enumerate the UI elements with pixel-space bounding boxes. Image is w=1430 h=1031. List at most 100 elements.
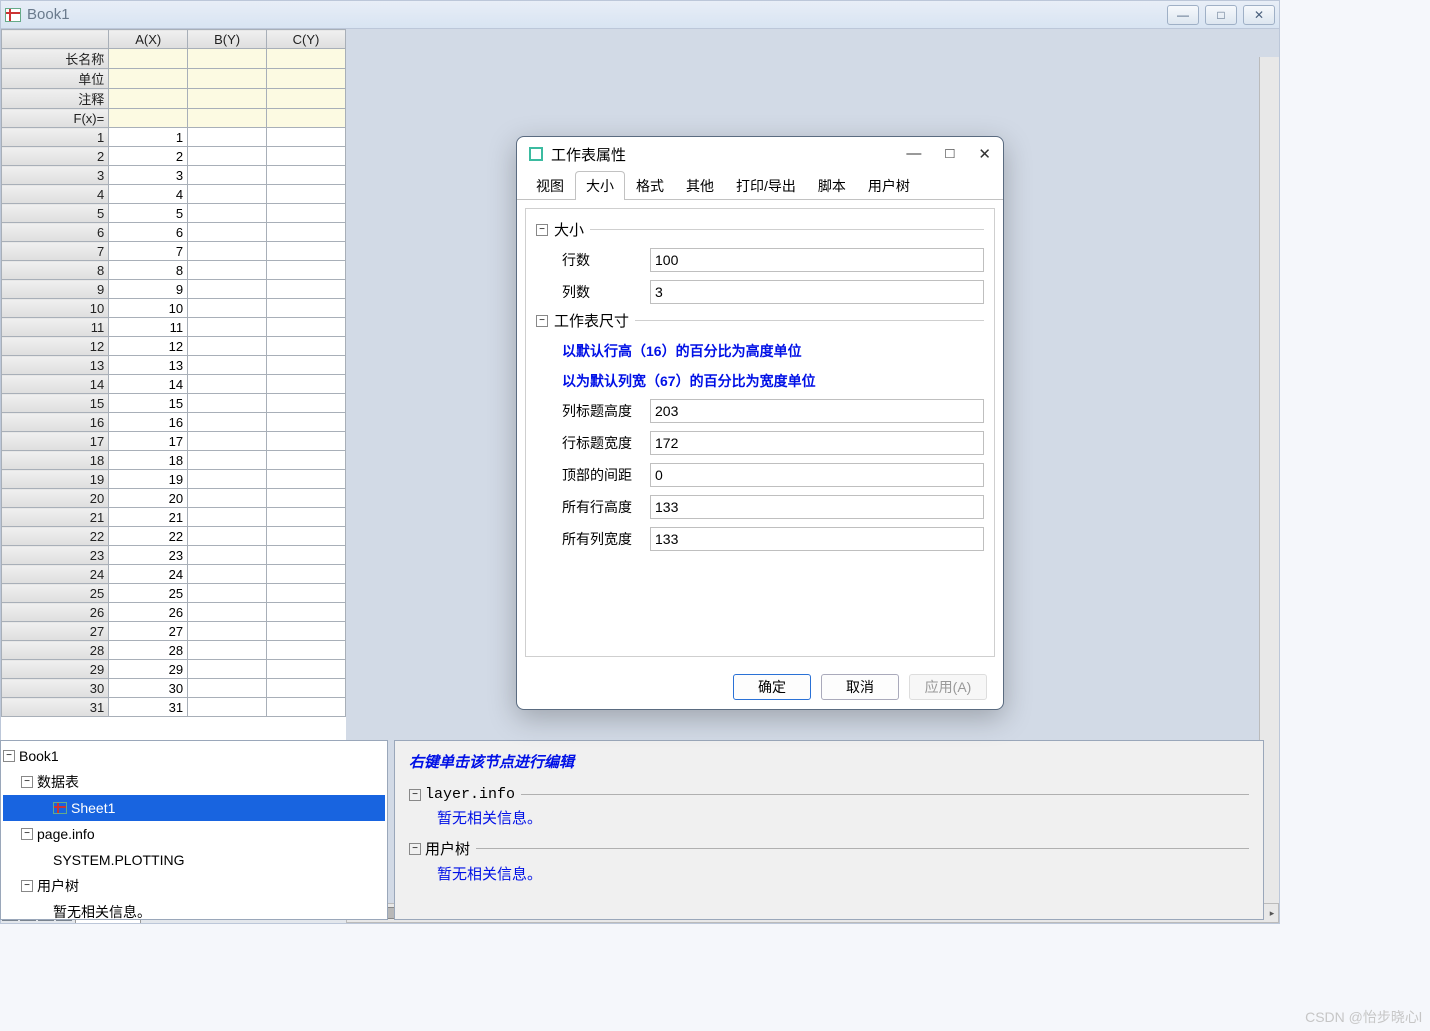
cell[interactable] — [188, 147, 267, 166]
cell[interactable] — [188, 641, 267, 660]
cell[interactable] — [267, 451, 346, 470]
cell[interactable] — [188, 622, 267, 641]
cell[interactable] — [267, 147, 346, 166]
row-number[interactable]: 10 — [2, 299, 109, 318]
cell[interactable]: 13 — [109, 356, 188, 375]
row-number[interactable]: 14 — [2, 375, 109, 394]
cell[interactable]: 28 — [109, 641, 188, 660]
cell[interactable]: 12 — [109, 337, 188, 356]
cell[interactable] — [267, 394, 346, 413]
cell[interactable] — [188, 242, 267, 261]
collapse-icon[interactable]: − — [536, 315, 548, 327]
cell[interactable] — [267, 223, 346, 242]
cell[interactable] — [267, 69, 346, 89]
cell[interactable] — [109, 49, 188, 69]
row-number[interactable]: 22 — [2, 527, 109, 546]
cell[interactable]: 26 — [109, 603, 188, 622]
cell[interactable] — [267, 470, 346, 489]
collapse-icon[interactable]: − — [3, 750, 15, 762]
cell[interactable]: 30 — [109, 679, 188, 698]
collapse-icon[interactable]: − — [21, 776, 33, 788]
cancel-button[interactable]: 取消 — [821, 674, 899, 700]
cell[interactable] — [188, 508, 267, 527]
cell[interactable] — [188, 679, 267, 698]
cell[interactable] — [188, 204, 267, 223]
cell[interactable] — [188, 69, 267, 89]
row-number[interactable]: 25 — [2, 584, 109, 603]
dialog-tab-4[interactable]: 打印/导出 — [725, 171, 807, 200]
cell[interactable] — [188, 337, 267, 356]
dialog-maximize-button[interactable]: □ — [945, 145, 954, 163]
cell[interactable]: 10 — [109, 299, 188, 318]
cell[interactable] — [188, 432, 267, 451]
row-number[interactable]: 3 — [2, 166, 109, 185]
cell[interactable]: 31 — [109, 698, 188, 717]
row-number[interactable]: 16 — [2, 413, 109, 432]
cell[interactable]: 2 — [109, 147, 188, 166]
row-number[interactable]: 23 — [2, 546, 109, 565]
dialog-tab-0[interactable]: 视图 — [525, 171, 575, 200]
worksheet-grid[interactable]: A(X) B(Y) C(Y) 长名称 单位 注释 F(x)= 1 1 2 2 3… — [1, 29, 346, 717]
cell[interactable]: 18 — [109, 451, 188, 470]
col-header-height-input[interactable] — [650, 399, 984, 423]
top-gap-input[interactable] — [650, 463, 984, 487]
cell[interactable] — [188, 527, 267, 546]
row-number[interactable]: 4 — [2, 185, 109, 204]
cell[interactable] — [267, 204, 346, 223]
cell[interactable]: 17 — [109, 432, 188, 451]
tree-datatable[interactable]: − 数据表 — [3, 769, 385, 795]
cell[interactable]: 6 — [109, 223, 188, 242]
cell[interactable] — [188, 394, 267, 413]
row-number[interactable]: 9 — [2, 280, 109, 299]
tree-pageinfo[interactable]: − page.info — [3, 821, 385, 847]
dialog-tab-1[interactable]: 大小 — [575, 171, 625, 200]
cell[interactable]: 29 — [109, 660, 188, 679]
cell[interactable]: 8 — [109, 261, 188, 280]
cell[interactable] — [267, 242, 346, 261]
cell[interactable] — [267, 698, 346, 717]
cell[interactable] — [109, 109, 188, 128]
cell[interactable] — [267, 337, 346, 356]
minimize-button[interactable]: — — [1167, 5, 1199, 25]
cell[interactable]: 4 — [109, 185, 188, 204]
cell[interactable] — [267, 318, 346, 337]
cell[interactable]: 25 — [109, 584, 188, 603]
cell[interactable] — [188, 565, 267, 584]
cell[interactable] — [267, 565, 346, 584]
row-number[interactable]: 30 — [2, 679, 109, 698]
row-number[interactable]: 1 — [2, 128, 109, 147]
cell[interactable] — [188, 470, 267, 489]
cell[interactable] — [267, 679, 346, 698]
cell[interactable] — [267, 489, 346, 508]
cell[interactable] — [267, 356, 346, 375]
dialog-close-button[interactable]: ✕ — [978, 145, 991, 163]
row-number[interactable]: 11 — [2, 318, 109, 337]
cell[interactable] — [188, 166, 267, 185]
cell[interactable] — [188, 546, 267, 565]
close-button[interactable]: ✕ — [1243, 5, 1275, 25]
row-number[interactable]: 18 — [2, 451, 109, 470]
cell[interactable] — [188, 584, 267, 603]
cell[interactable] — [109, 69, 188, 89]
tree-usertree[interactable]: − 用户树 — [3, 873, 385, 899]
cell[interactable]: 23 — [109, 546, 188, 565]
cell[interactable]: 14 — [109, 375, 188, 394]
cell[interactable]: 3 — [109, 166, 188, 185]
cell[interactable] — [267, 546, 346, 565]
cell[interactable] — [267, 622, 346, 641]
cell[interactable] — [267, 89, 346, 109]
row-number[interactable]: 21 — [2, 508, 109, 527]
cell[interactable] — [188, 49, 267, 69]
apply-button[interactable]: 应用(A) — [909, 674, 987, 700]
col-header-a[interactable]: A(X) — [109, 30, 188, 49]
dialog-tab-5[interactable]: 脚本 — [807, 171, 857, 200]
cell[interactable] — [267, 299, 346, 318]
ok-button[interactable]: 确定 — [733, 674, 811, 700]
row-number[interactable]: 6 — [2, 223, 109, 242]
dialog-tab-6[interactable]: 用户树 — [857, 171, 921, 200]
cell[interactable] — [188, 489, 267, 508]
dialog-tab-2[interactable]: 格式 — [625, 171, 675, 200]
cell[interactable] — [188, 89, 267, 109]
cell[interactable] — [188, 109, 267, 128]
collapse-icon[interactable]: − — [409, 789, 421, 801]
